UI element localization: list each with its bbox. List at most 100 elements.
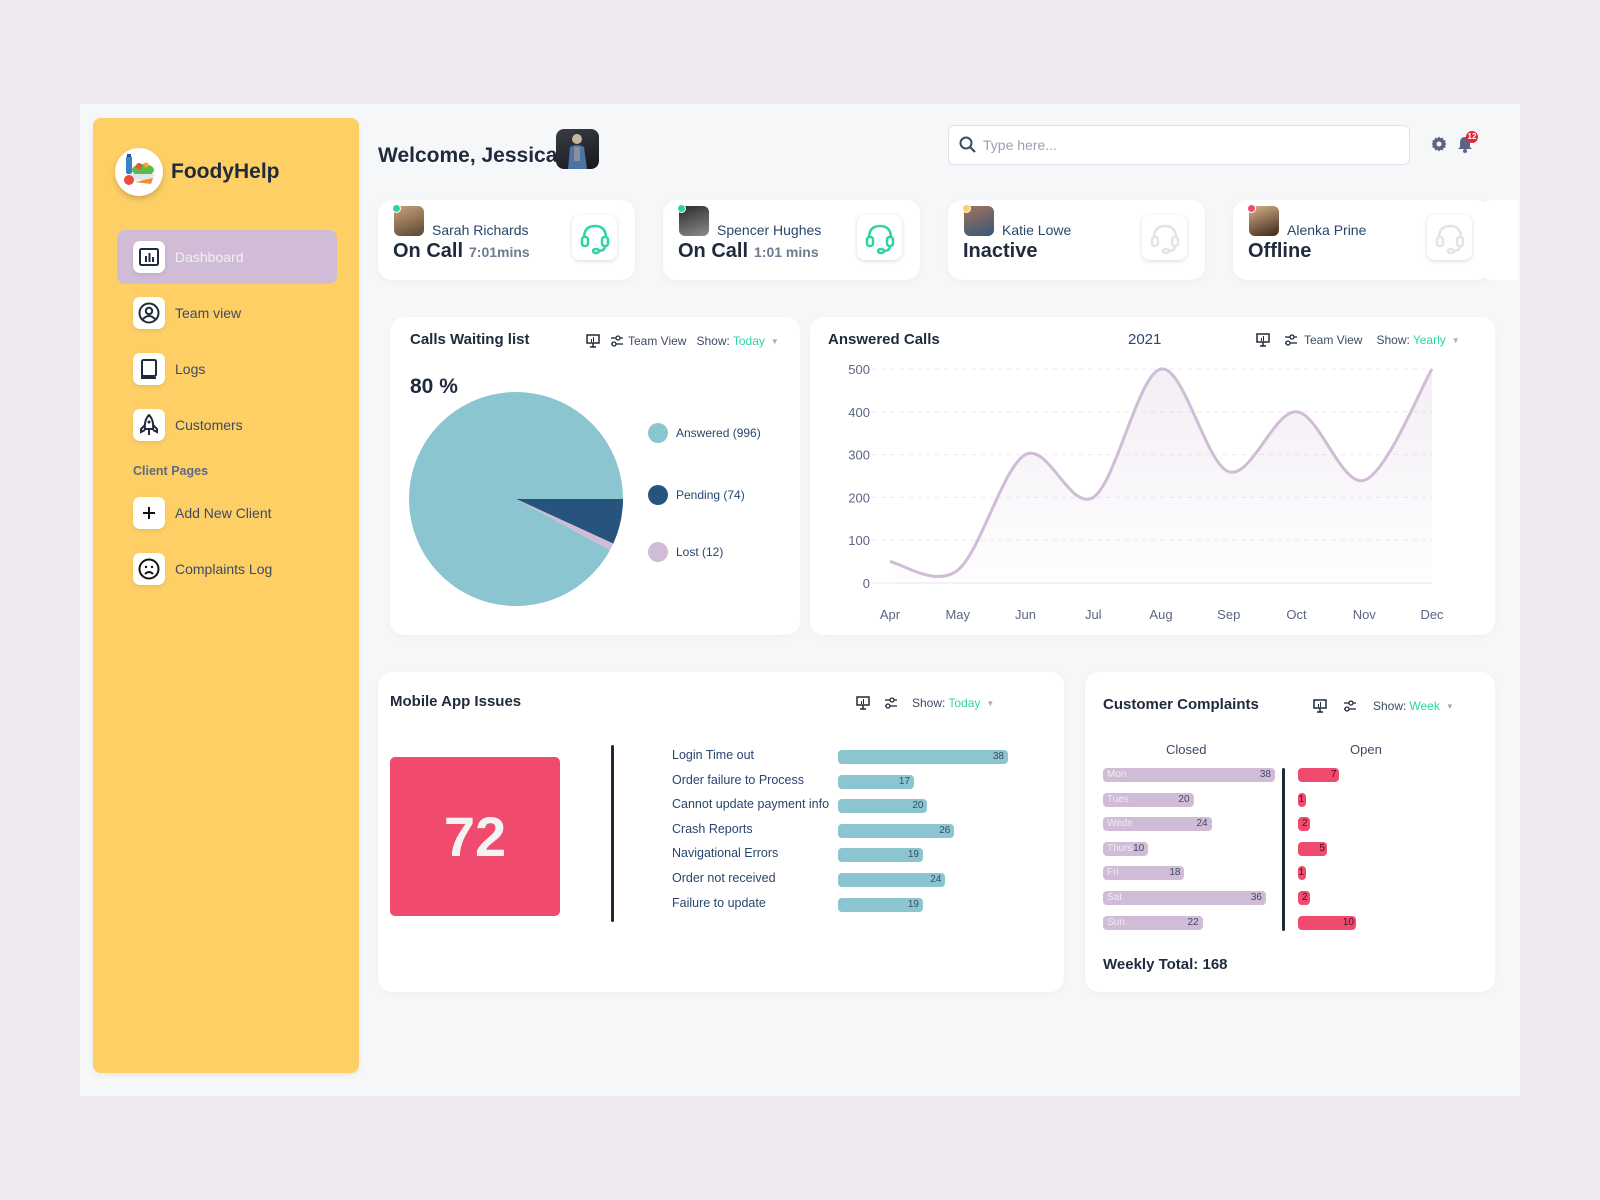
agent-card[interactable]: Alenka Prine Offline — [1233, 200, 1490, 280]
issue-label: Order failure to Process — [672, 772, 804, 787]
pie-slice-answered[interactable] — [409, 392, 623, 606]
issue-label: Cannot update payment info — [672, 797, 830, 812]
presentation-button[interactable] — [586, 334, 600, 348]
filter-button[interactable] — [884, 697, 898, 709]
sliders-icon — [885, 697, 897, 709]
agent-card[interactable]: Sarah Richards On Call 7:01mins — [378, 200, 635, 280]
data-point[interactable] — [885, 557, 895, 567]
agent-status-text: On Call — [678, 240, 749, 262]
issue-value: 17 — [898, 775, 911, 787]
data-point[interactable] — [1021, 450, 1031, 460]
gear-icon — [1431, 136, 1447, 152]
sidebar-item-label: Customers — [175, 417, 243, 433]
app-frame: FoodyHelp Dashboard Team view Logs Custo… — [80, 104, 1520, 1096]
agent-name: Sarah Richards — [432, 222, 529, 238]
show-label: Show: — [912, 696, 946, 710]
book-icon — [133, 353, 165, 385]
search-icon — [959, 136, 976, 153]
legend-label: Pending (74) — [676, 488, 745, 502]
data-point[interactable] — [1224, 467, 1234, 477]
issue-value: 19 — [907, 898, 919, 910]
legend-lost: Lost (12) — [648, 542, 723, 562]
call-button[interactable] — [1142, 215, 1187, 260]
show-dropdown[interactable]: Show: Today ▼ — [912, 696, 994, 710]
presentation-button[interactable] — [1313, 699, 1327, 713]
sidebar-item-dashboard[interactable]: Dashboard — [117, 230, 337, 284]
sidebar-item-logs[interactable]: Logs — [117, 342, 337, 396]
divider — [1282, 768, 1285, 931]
team-view-button[interactable]: Team View — [610, 334, 686, 348]
notification-badge: 12 — [1466, 131, 1478, 143]
brand[interactable]: FoodyHelp — [115, 148, 280, 196]
answered-calls-panel: Answered Calls 2021 Team View Show: Year… — [810, 317, 1495, 635]
agent-status-text: Inactive — [963, 240, 1038, 262]
panel-controls: Show: Today ▼ — [856, 696, 1004, 710]
calls-pie-chart — [409, 392, 623, 606]
agent-status: Inactive — [963, 240, 1037, 263]
y-tick-label: 300 — [848, 448, 870, 463]
answered-calls-line-chart: 0 100 200 300 400 500 Apr May Jun Jul Aug Sep Oct Nov… — [848, 362, 1444, 622]
data-point[interactable] — [1292, 407, 1302, 417]
issue-value: 20 — [912, 800, 924, 812]
agent-status-text: On Call — [393, 240, 464, 262]
data-point[interactable] — [1156, 364, 1166, 374]
closed-value: 18 — [1169, 867, 1181, 879]
data-point[interactable] — [1359, 475, 1369, 485]
issue-label: Navigational Errors — [672, 846, 779, 861]
y-tick-label: 500 — [848, 362, 870, 377]
call-button[interactable] — [572, 215, 617, 260]
presentation-icon — [586, 334, 600, 348]
settings-button[interactable] — [1431, 136, 1447, 157]
show-label: Show: — [696, 334, 730, 348]
agent-card[interactable]: Katie Lowe Inactive — [948, 200, 1205, 280]
search-input[interactable] — [983, 137, 1383, 153]
issue-value: 26 — [939, 824, 951, 836]
data-point[interactable] — [1427, 364, 1437, 374]
user-circle-icon — [133, 297, 165, 329]
status-dot — [677, 204, 686, 213]
show-label: Show: — [1373, 699, 1407, 713]
headset-icon — [580, 224, 609, 254]
agent-name: Katie Lowe — [1002, 222, 1072, 238]
show-dropdown[interactable]: Show: Today ▼ — [696, 334, 778, 348]
headset-icon — [1435, 224, 1464, 254]
search-bar — [948, 125, 1410, 165]
sidebar-item-label: Dashboard — [175, 249, 244, 265]
agent-name: Alenka Prine — [1287, 222, 1367, 238]
sidebar-item-complaints-log[interactable]: Complaints Log — [117, 542, 337, 596]
sidebar-item-customers[interactable]: Customers — [117, 398, 337, 452]
food-basket-logo-icon — [115, 148, 163, 196]
closed-value: 36 — [1250, 892, 1262, 903]
notifications-button[interactable]: 12 — [1457, 131, 1478, 158]
filter-button[interactable] — [1343, 700, 1357, 712]
agent-card-partial[interactable] — [1478, 200, 1518, 280]
status-dot — [1247, 204, 1256, 213]
agent-card[interactable]: Spencer Hughes On Call 1:01 mins — [663, 200, 920, 280]
panel-title: Calls Waiting list — [410, 331, 530, 348]
show-value: Today — [948, 696, 981, 710]
presentation-button[interactable] — [856, 696, 870, 710]
call-button[interactable] — [857, 215, 902, 260]
agent-status-text: Offline — [1248, 240, 1312, 262]
issue-value: 19 — [907, 849, 919, 861]
legend-label: Answered (996) — [676, 426, 761, 440]
sidebar-item-team-view[interactable]: Team view — [117, 286, 337, 340]
x-tick-label: Jul — [1085, 607, 1102, 622]
closed-value: 38 — [1259, 769, 1271, 780]
sidebar-item-add-new-client[interactable]: Add New Client — [117, 486, 337, 540]
open-value: 2 — [1302, 892, 1308, 903]
closed-value: 20 — [1178, 793, 1190, 805]
presentation-icon — [1313, 699, 1327, 713]
user-avatar[interactable] — [556, 129, 599, 169]
x-tick-label: Oct — [1286, 607, 1307, 622]
agent-status: Offline — [1248, 240, 1311, 263]
legend-answered: Answered (996) — [648, 423, 761, 443]
agent-name: Spencer Hughes — [717, 222, 822, 238]
bar-chart-icon — [133, 241, 165, 273]
issue-label: Login Time out — [672, 748, 754, 762]
show-dropdown[interactable]: Show: Week ▼ — [1373, 699, 1454, 713]
data-point[interactable] — [953, 565, 963, 575]
day-label: Weds — [1107, 818, 1133, 830]
data-point[interactable] — [1088, 492, 1098, 502]
call-button[interactable] — [1427, 215, 1472, 260]
